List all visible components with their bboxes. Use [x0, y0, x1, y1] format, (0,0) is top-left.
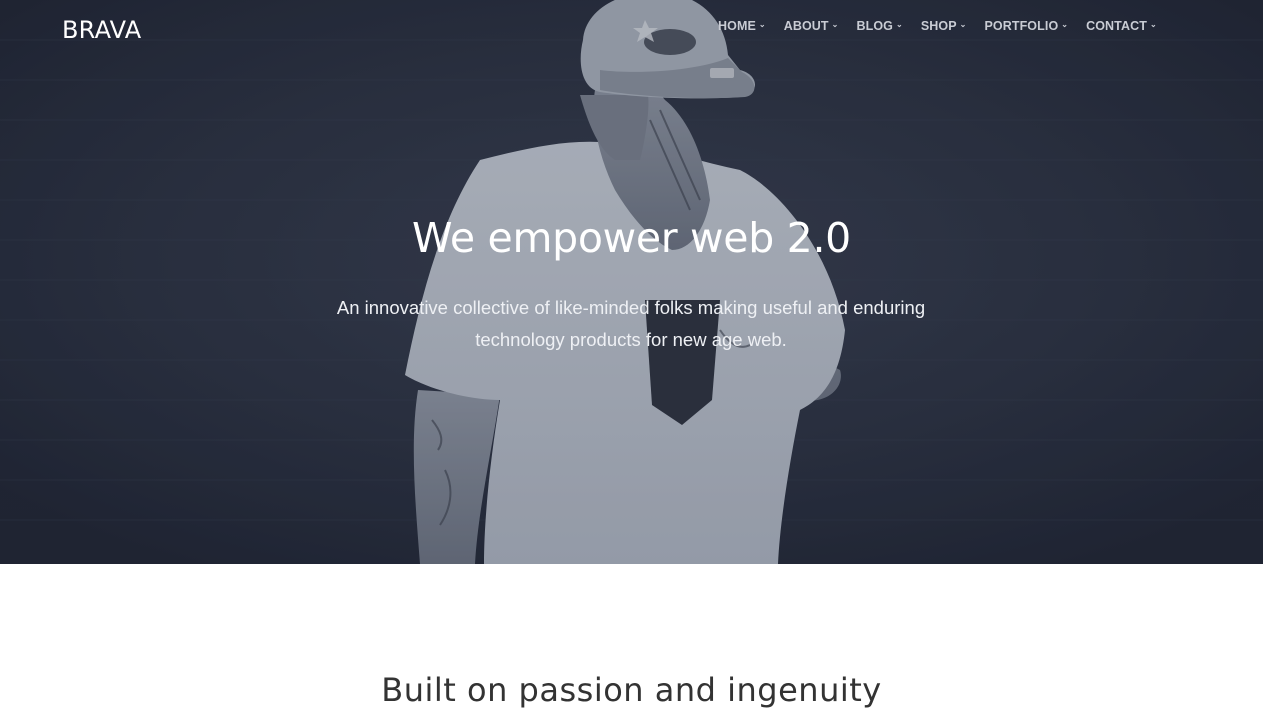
main-nav: HOME ⌄ ABOUT ⌄ BLOG ⌄ SHOP ⌄ PORTFOLIO ⌄… — [718, 17, 1175, 35]
nav-item-portfolio[interactable]: PORTFOLIO ⌄ — [984, 17, 1068, 35]
nav-item-label: HOME — [718, 19, 756, 33]
hero-section: BRAVA HOME ⌄ ABOUT ⌄ BLOG ⌄ SHOP ⌄ PORTF… — [0, 0, 1263, 564]
chevron-down-icon: ⌄ — [831, 20, 839, 29]
nav-item-label: ABOUT — [783, 19, 829, 33]
nav-item-label: PORTFOLIO — [984, 19, 1059, 33]
hero-title: We empower web 2.0 — [412, 214, 851, 262]
brand-logo[interactable]: BRAVA — [62, 14, 141, 46]
chevron-down-icon: ⌄ — [1061, 20, 1069, 29]
section-heading: Built on passion and ingenuity — [381, 671, 882, 709]
chevron-down-icon: ⌄ — [758, 20, 766, 29]
nav-item-label: BLOG — [856, 19, 893, 33]
nav-item-blog[interactable]: BLOG ⌄ — [856, 17, 902, 35]
nav-item-about[interactable]: ABOUT ⌄ — [784, 17, 839, 35]
hero-subtitle: An innovative collective of like-minded … — [336, 297, 926, 350]
nav-item-contact[interactable]: CONTACT ⌄ — [1086, 17, 1157, 35]
nav-item-label: CONTACT — [1086, 19, 1147, 33]
chevron-down-icon: ⌄ — [1149, 20, 1157, 29]
chevron-down-icon: ⌄ — [959, 20, 967, 29]
chevron-down-icon: ⌄ — [896, 20, 903, 29]
nav-item-shop[interactable]: SHOP ⌄ — [921, 17, 967, 35]
hero-overlay — [0, 0, 1263, 564]
nav-item-home[interactable]: HOME ⌄ — [718, 17, 766, 35]
top-navbar: BRAVA HOME ⌄ ABOUT ⌄ BLOG ⌄ SHOP ⌄ PORTF… — [0, 0, 1263, 56]
nav-item-label: SHOP — [920, 19, 957, 33]
